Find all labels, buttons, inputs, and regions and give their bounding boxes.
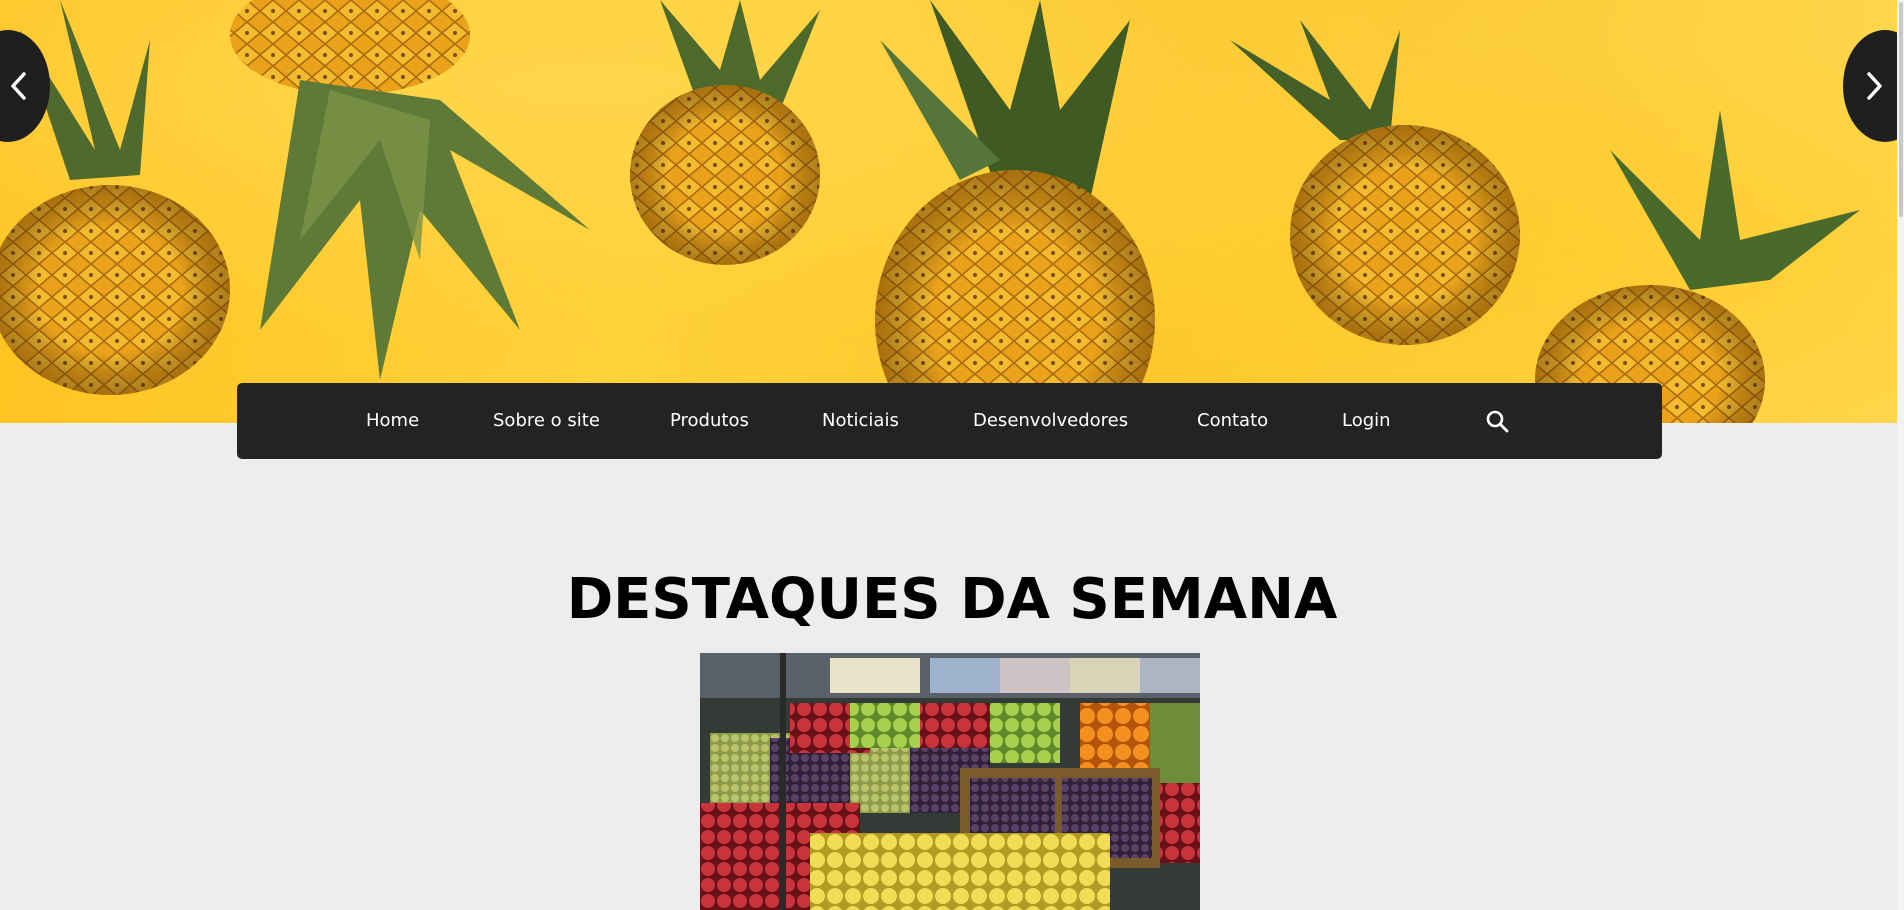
pineapple-3	[630, 0, 820, 265]
nav-item-noticiais[interactable]: Noticiais	[822, 383, 899, 459]
chevron-left-icon	[11, 72, 26, 100]
search-button[interactable]	[1485, 409, 1509, 437]
pineapple-banner-image	[0, 0, 1860, 423]
search-icon	[1486, 410, 1509, 433]
page-title: DESTAQUES DA SEMANA	[566, 567, 1338, 632]
nav-item-produtos[interactable]: Produtos	[670, 383, 749, 459]
chevron-right-icon	[1867, 72, 1882, 100]
nav-item-desenvolvedores[interactable]: Desenvolvedores	[973, 383, 1128, 459]
nav-item-login[interactable]: Login	[1342, 383, 1391, 459]
fruit-stand-image	[700, 653, 1200, 910]
featured-fruit-stand-image	[700, 653, 1200, 910]
pineapple-4	[875, 0, 1155, 423]
pineapple-2	[230, 0, 590, 380]
main-navigation: Home Sobre o site Produtos Noticiais Des…	[237, 383, 1662, 459]
pineapple-6	[1535, 110, 1860, 423]
page-scrollbar-thumb[interactable]	[1899, 2, 1903, 217]
nav-item-home[interactable]: Home	[366, 383, 419, 459]
nav-item-sobre-o-site[interactable]: Sobre o site	[493, 383, 600, 459]
nav-item-contato[interactable]: Contato	[1197, 383, 1268, 459]
pineapple-5	[1230, 20, 1520, 345]
hero-banner	[0, 0, 1904, 423]
